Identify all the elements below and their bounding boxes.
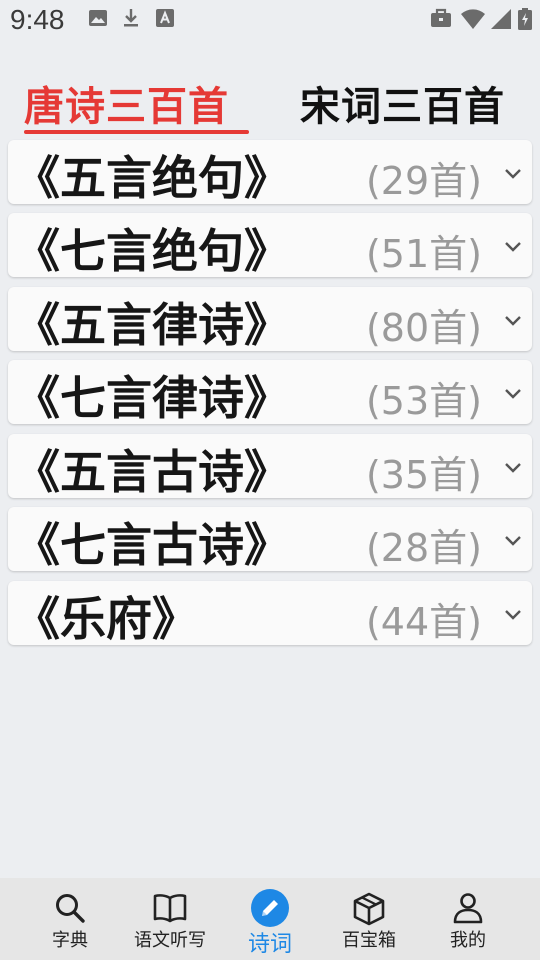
category-count: (80首): [365, 306, 482, 350]
nav-dictionary[interactable]: 字典: [16, 878, 124, 960]
box-icon: [353, 892, 385, 926]
category-count: (28首): [365, 526, 482, 570]
category-title: 《五言律诗》: [14, 298, 290, 352]
briefcase-icon: [431, 8, 451, 27]
category-title: 《乐府》: [14, 592, 198, 646]
category-row[interactable]: 《五言绝句》 (29首): [8, 140, 532, 205]
category-row[interactable]: 《七言古诗》 (28首): [8, 507, 532, 572]
category-count: (29首): [365, 159, 482, 203]
tab-tang-poems[interactable]: 唐诗三百首: [24, 74, 229, 132]
battery-icon: [518, 8, 532, 30]
wifi-icon: [461, 9, 485, 29]
chevron-down-icon[interactable]: [502, 456, 524, 478]
category-title: 《七言律诗》: [14, 371, 290, 425]
chevron-down-icon[interactable]: [502, 235, 524, 257]
tab-song-ci[interactable]: 宋词三百首: [300, 74, 505, 132]
search-icon: [56, 894, 85, 923]
chevron-down-icon[interactable]: [502, 529, 524, 551]
chevron-down-icon[interactable]: [502, 309, 524, 331]
chevron-down-icon[interactable]: [502, 603, 524, 625]
nav-label: 语文听写: [134, 930, 206, 951]
category-title: 《五言古诗》: [14, 445, 290, 499]
tab-bar: 唐诗三百首 宋词三百首: [0, 62, 540, 138]
nav-label: 我的: [450, 930, 486, 951]
active-tab-indicator: [24, 130, 249, 134]
category-row[interactable]: 《七言律诗》 (53首): [8, 360, 532, 425]
status-bar: 9:48: [0, 0, 540, 44]
status-time: 9:48: [10, 4, 65, 35]
category-count: (35首): [365, 453, 482, 497]
chevron-down-icon[interactable]: [502, 162, 524, 184]
text-a-icon: [156, 9, 174, 27]
image-icon: [89, 10, 107, 26]
nav-label: 字典: [52, 930, 88, 951]
category-count: (53首): [365, 379, 482, 423]
category-title: 《七言绝句》: [14, 224, 290, 278]
bottom-navigation: 字典 语文听写 诗词 百宝箱 我的: [0, 878, 540, 960]
pencil-icon: [251, 889, 289, 927]
nav-label: 诗词: [247, 932, 292, 957]
signal-icon: [491, 9, 511, 29]
chevron-down-icon[interactable]: [502, 382, 524, 404]
nav-profile[interactable]: 我的: [414, 878, 522, 960]
nav-poetry[interactable]: 诗词: [216, 878, 324, 960]
book-icon: [153, 894, 187, 923]
category-row[interactable]: 《五言律诗》 (80首): [8, 287, 532, 352]
nav-toolbox[interactable]: 百宝箱: [315, 878, 423, 960]
person-icon: [453, 893, 483, 924]
category-row[interactable]: 《乐府》 (44首): [8, 581, 532, 646]
category-row[interactable]: 《五言古诗》 (35首): [8, 434, 532, 499]
category-count: (51首): [365, 232, 482, 276]
category-title: 《五言绝句》: [14, 151, 290, 205]
category-count: (44首): [365, 600, 482, 644]
nav-dictation[interactable]: 语文听写: [116, 878, 224, 960]
category-title: 《七言古诗》: [14, 518, 290, 572]
download-icon: [124, 9, 138, 27]
nav-label: 百宝箱: [342, 930, 396, 951]
category-row[interactable]: 《七言绝句》 (51首): [8, 213, 532, 278]
